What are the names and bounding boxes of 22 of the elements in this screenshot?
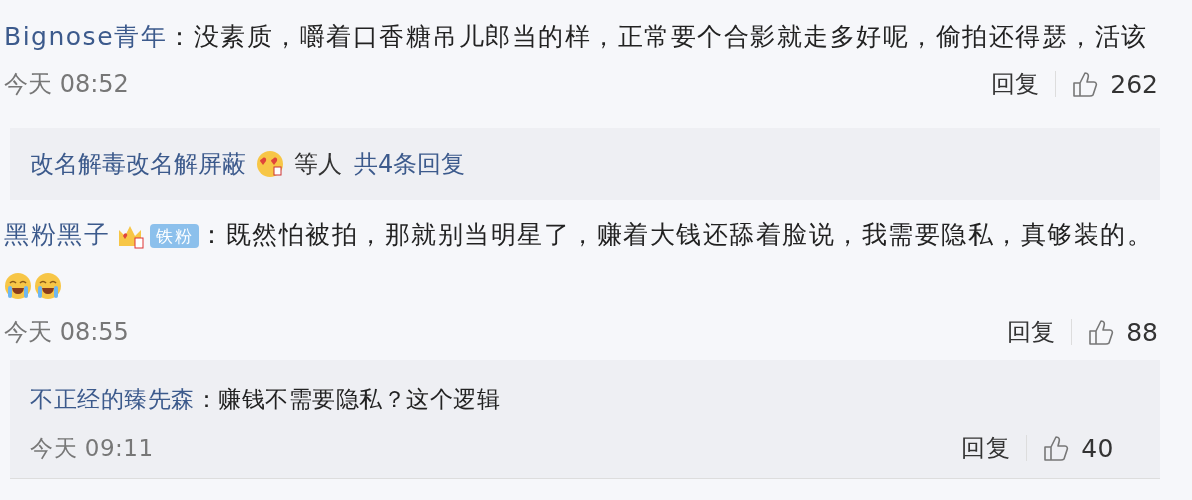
- like-button[interactable]: 262: [1072, 69, 1158, 99]
- username-link[interactable]: 改名解毒改名解屏蔽: [30, 148, 246, 180]
- comment-text: ：既然怕被拍，那就别当明星了，赚着大钱还舔着脸说，我需要隐私，真够装的。: [199, 220, 1153, 249]
- reply-link[interactable]: 回复: [961, 432, 1011, 464]
- fan-tag: 铁粉: [150, 224, 199, 248]
- like-button[interactable]: 88: [1088, 317, 1158, 347]
- laughing-crying-face-icon: [34, 272, 62, 300]
- username-link[interactable]: 不正经的臻先森: [30, 386, 195, 412]
- username-link[interactable]: Bignose青年: [4, 22, 167, 51]
- username-link[interactable]: 黑粉黑子: [4, 220, 110, 249]
- reply-link[interactable]: 回复: [991, 68, 1040, 100]
- timestamp: 今天 08:55: [4, 317, 129, 348]
- timestamp: 今天 09:11: [30, 433, 154, 463]
- replies-link[interactable]: 共4条回复: [354, 148, 466, 180]
- reply-text: ：赚钱不需要隐私？这个逻辑: [194, 386, 500, 412]
- laughing-crying-face-icon: [4, 272, 32, 300]
- reply-link[interactable]: 回复: [1007, 316, 1056, 348]
- timestamp: 今天 08:52: [4, 69, 129, 100]
- summary-text: 等人: [294, 149, 342, 180]
- comment-text: ：没素质，嚼着口香糖吊儿郎当的样，正常要个合影就走多好呢，偷拍还得瑟，活该: [167, 22, 1148, 51]
- heart-eyes-face-icon: [256, 150, 284, 178]
- like-button[interactable]: 40: [1043, 433, 1114, 463]
